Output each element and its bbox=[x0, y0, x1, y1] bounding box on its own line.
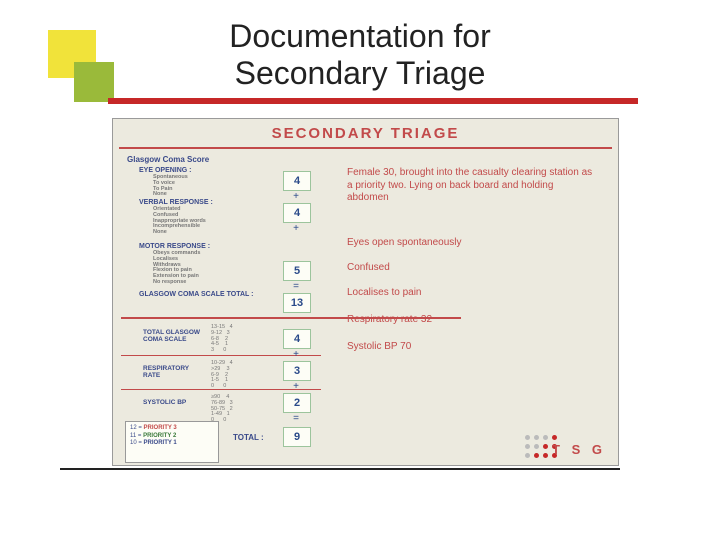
slide-title: Documentation for Secondary Triage bbox=[140, 18, 580, 92]
row-resp-label: RESPIRATORY RATE bbox=[143, 365, 205, 379]
tsg-logo-text: T S G bbox=[552, 442, 606, 457]
obs-eyes: Eyes open spontaneously bbox=[347, 237, 597, 248]
equals-1: = bbox=[283, 282, 309, 292]
slide: Documentation for Secondary Triage SECON… bbox=[0, 0, 720, 540]
footer-rule bbox=[60, 468, 620, 470]
motor-response-scale: Obeys commands Localises Withdraws Flexi… bbox=[153, 251, 210, 286]
eye-opening-scale: Spontaneous To voice To Pain None bbox=[153, 175, 192, 198]
key-12: 12 = bbox=[130, 425, 142, 431]
obs-resp: Respiratory rate 32 bbox=[347, 314, 597, 325]
obs-sbp: Systolic BP 70 bbox=[347, 341, 597, 352]
key-p2: PRIORITY 2 bbox=[143, 433, 176, 439]
title-line-1: Documentation for bbox=[229, 18, 490, 54]
eye-score-box: 4 bbox=[283, 171, 311, 191]
verbal-response-label: VERBAL RESPONSE : Orientated Confused In… bbox=[139, 199, 213, 236]
obs-localises: Localises to pain bbox=[347, 287, 597, 298]
eye-opening-text: EYE OPENING : bbox=[139, 167, 192, 174]
plus-4: + bbox=[283, 382, 309, 392]
verbal-response-scale: Orientated Confused Inappropriate words … bbox=[153, 207, 213, 236]
verbal-score-box: 4 bbox=[283, 203, 311, 223]
title-line-2: Secondary Triage bbox=[235, 55, 486, 91]
key-p3: PRIORITY 3 bbox=[144, 425, 177, 431]
key-11: 11 = bbox=[130, 433, 141, 439]
eye-opening-label: EYE OPENING : Spontaneous To voice To Pa… bbox=[139, 167, 192, 198]
row-resp-scale: 10-29 4 >29 3 6-9 2 1-5 1 0 0 bbox=[211, 361, 233, 390]
plus-3: + bbox=[283, 350, 309, 360]
trts-total-box: 9 bbox=[283, 427, 311, 447]
verbal-response-text: VERBAL RESPONSE : bbox=[139, 199, 213, 206]
priority-key: 12 = PRIORITY 3 11 = PRIORITY 2 10 = PRI… bbox=[125, 421, 219, 463]
secondary-triage-sheet: SECONDARY TRIAGE Glasgow Coma Score EYE … bbox=[112, 118, 619, 466]
motor-score-box: 5 bbox=[283, 261, 311, 281]
accent-square-green bbox=[74, 62, 114, 102]
obs-confused: Confused bbox=[347, 262, 597, 273]
row-gcs-label: TOTAL GLASGOW COMA SCALE bbox=[143, 329, 205, 343]
scenario-text: Female 30, brought into the casualty cle… bbox=[347, 167, 597, 205]
gcs-total-label: GLASGOW COMA SCALE TOTAL : bbox=[139, 291, 253, 298]
trts-sbp-box: 2 bbox=[283, 393, 311, 413]
gcs-total-box: 13 bbox=[283, 293, 311, 313]
key-p1: PRIORITY 1 bbox=[144, 440, 177, 446]
plus-2: + bbox=[283, 224, 309, 234]
equals-2: = bbox=[283, 414, 309, 424]
row-sbp-label: SYSTOLIC BP bbox=[143, 399, 205, 406]
trts-total-label: TOTAL : bbox=[233, 433, 264, 442]
motor-response-label: MOTOR RESPONSE : Obeys commands Localise… bbox=[139, 243, 210, 286]
trts-gcs-box: 4 bbox=[283, 329, 311, 349]
key-10: 10 = bbox=[130, 440, 142, 446]
row-gcs-scale: 13-15 4 9-12 3 6-8 2 4-5 1 3 0 bbox=[211, 325, 233, 354]
plus-1: + bbox=[283, 192, 309, 202]
divider-upper bbox=[121, 317, 461, 319]
gcs-heading: Glasgow Coma Score bbox=[127, 155, 209, 164]
title-underline bbox=[108, 98, 638, 104]
trts-resp-box: 3 bbox=[283, 361, 311, 381]
motor-response-text: MOTOR RESPONSE : bbox=[139, 243, 210, 250]
sheet-heading: SECONDARY TRIAGE bbox=[113, 125, 618, 142]
row-sbp-scale: ≥90 4 76-89 3 50-75 2 1-49 1 0 0 bbox=[211, 395, 233, 424]
